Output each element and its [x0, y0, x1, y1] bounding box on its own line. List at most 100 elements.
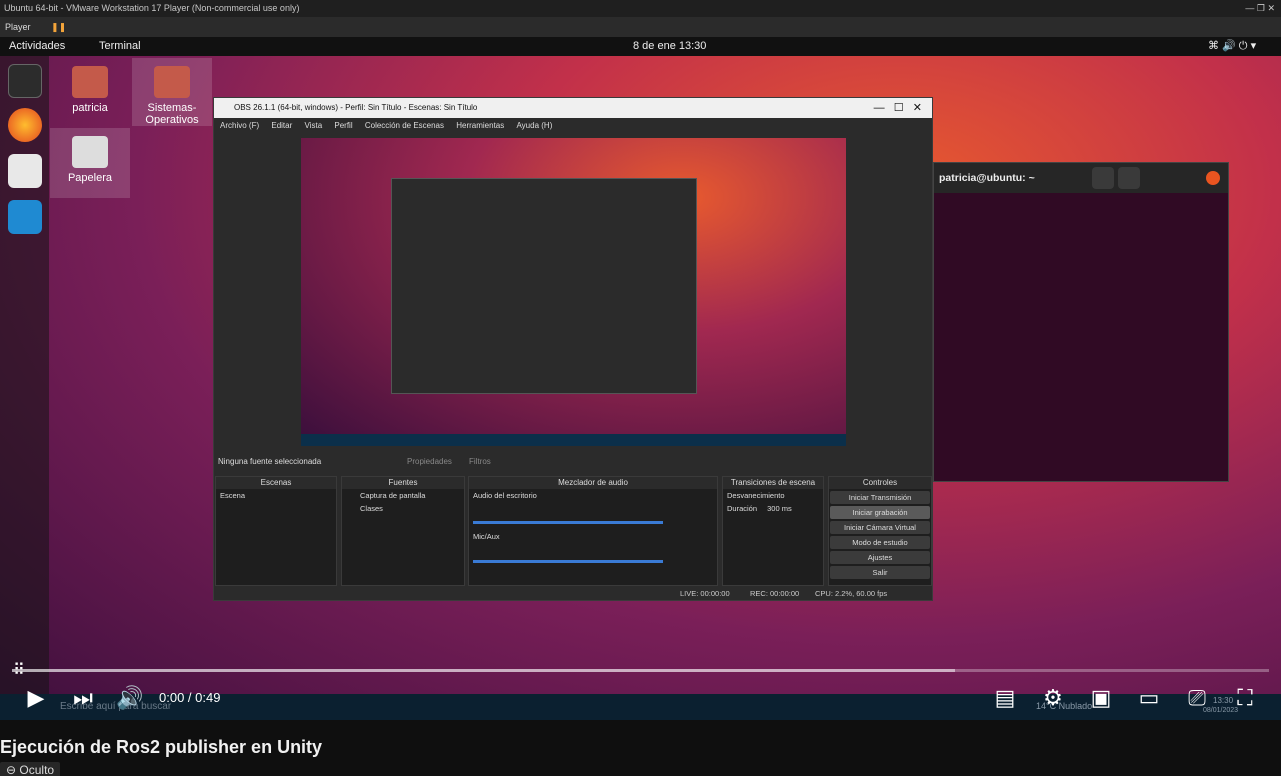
desktop-icon-trash[interactable]: Papelera — [50, 128, 130, 198]
play-icon[interactable]: ▶ — [18, 680, 54, 716]
gnome-top-bar: Actividades Terminal 8 de ene 13:30 ⌘ 🔊 … — [0, 37, 1281, 56]
sources-panel: Fuentes Captura de pantalla Clases — [341, 476, 465, 586]
obs-window-controls[interactable]: — ☐ ✕ — [874, 98, 922, 118]
terminal-title: patricia@ubuntu: ~ — [939, 172, 1035, 184]
activities-button[interactable]: Actividades — [9, 37, 65, 56]
start-recording-button[interactable]: Iniciar grabación — [830, 506, 930, 519]
obs-window[interactable]: OBS 26.1.1 (64-bit, windows) - Perfil: S… — [213, 97, 933, 601]
desktop-icon-label: Papelera — [67, 172, 113, 184]
player-menu[interactable]: Player — [5, 22, 31, 32]
obs-titlebar: OBS 26.1.1 (64-bit, windows) - Perfil: S… — [214, 98, 932, 118]
youtube-player-page: Ubuntu 64-bit - VMware Workstation 17 Pl… — [0, 0, 1281, 776]
terminal-dock-icon[interactable] — [8, 64, 42, 98]
unlisted-icon: ⊖ — [6, 763, 17, 776]
vscode-icon[interactable] — [8, 200, 42, 234]
fullscreen-icon[interactable]: ⛶ — [1227, 680, 1263, 716]
settings-button[interactable]: Ajustes — [830, 551, 930, 564]
scenes-panel: Escenas Escena — [215, 476, 337, 586]
obs-menubar: Archivo (F) Editar Vista Perfil Colecció… — [214, 118, 932, 134]
menu-editar[interactable]: Editar — [271, 121, 292, 130]
live-status: LIVE: 00:00:00 — [680, 589, 730, 598]
audio-mixer-panel: Mezclador de audio Audio del escritorio … — [468, 476, 718, 586]
clock[interactable]: 8 de ene 13:30 — [633, 37, 706, 56]
progress-loaded — [12, 669, 955, 672]
menu-ayuda[interactable]: Ayuda (H) — [516, 121, 552, 130]
transitions-header: Transiciones de escena — [723, 477, 823, 489]
grid-icon[interactable]: ⠿ — [13, 660, 25, 680]
vmware-window-controls[interactable]: — ❐ ✕ — [1245, 0, 1275, 17]
start-virtual-camera-button[interactable]: Iniciar Cámara Virtual — [830, 521, 930, 534]
system-tray[interactable]: ⌘ 🔊 ⏻ ▾ — [1208, 37, 1256, 56]
preview-nested-obs — [391, 178, 697, 394]
theater-icon[interactable]: ▭ — [1131, 680, 1167, 716]
sources-header: Fuentes — [342, 477, 464, 489]
pause-icon[interactable]: ❚❚ — [51, 22, 66, 32]
volume-slider[interactable] — [473, 560, 663, 563]
properties-button[interactable]: Propiedades — [407, 454, 452, 470]
vmware-title: Ubuntu 64-bit - VMware Workstation 17 Pl… — [4, 3, 300, 13]
terminal-header: patricia@ubuntu: ~ — [934, 163, 1228, 193]
cast-icon[interactable]: ⎚ — [1179, 680, 1215, 716]
subtitles-icon[interactable]: ▤ — [987, 680, 1023, 716]
controls-panel: Controles Iniciar Transmisión Iniciar gr… — [828, 476, 932, 586]
close-icon[interactable] — [1206, 171, 1220, 185]
progress-bar[interactable] — [12, 669, 1269, 672]
desktop-icon-sistemas[interactable]: Sistemas-Operativos — [132, 58, 212, 126]
video-title: Ejecución de Ros2 publisher en Unity — [0, 737, 323, 757]
firefox-icon[interactable] — [8, 108, 42, 142]
preview-taskbar — [301, 434, 846, 446]
menu-archivo[interactable]: Archivo (F) — [220, 121, 259, 130]
home-folder-icon — [72, 66, 108, 98]
duration-row: Duración 300 ms — [723, 502, 823, 515]
visibility-label: Oculto — [19, 763, 55, 776]
desktop-icon-home[interactable]: patricia — [50, 58, 130, 114]
settings-icon[interactable]: ⚙ — [1035, 680, 1071, 716]
cpu-status: CPU: 2.2%, 60.00 fps — [815, 589, 888, 598]
studio-mode-button[interactable]: Modo de estudio — [830, 536, 930, 549]
miniplayer-icon[interactable]: ▣ — [1083, 680, 1119, 716]
player-controls: ▶ ⏭ 🔊 0:00 / 0:49 ▤ ⚙ ▣ ▭ ⎚ ⛶ — [0, 680, 1281, 716]
terminal-window[interactable]: patricia@ubuntu: ~ — [933, 162, 1229, 482]
terminal-app-menu[interactable]: Terminal — [99, 37, 141, 56]
start-streaming-button[interactable]: Iniciar Transmisión — [830, 491, 930, 504]
menu-herramientas[interactable]: Herramientas — [456, 121, 504, 130]
no-source-label: Ninguna fuente seleccionada — [218, 457, 322, 466]
duration-label: Duración — [727, 504, 758, 513]
search-icon[interactable] — [1092, 167, 1114, 189]
menu-perfil[interactable]: Perfil — [334, 121, 352, 130]
ubuntu-dock — [0, 56, 49, 720]
next-icon[interactable]: ⏭ — [65, 680, 101, 716]
folder-icon — [154, 66, 190, 98]
mixer-channel-name: Mic/Aux — [473, 532, 500, 541]
filters-button[interactable]: Filtros — [469, 454, 491, 470]
vmware-toolbar: Player ❚❚ — [0, 17, 1281, 37]
obs-title: OBS 26.1.1 (64-bit, windows) - Perfil: S… — [234, 103, 478, 112]
mixer-channel-name: Audio del escritorio — [473, 491, 537, 500]
trash-icon — [72, 136, 108, 168]
scene-item[interactable]: Escena — [216, 489, 336, 502]
controls-header: Controles — [829, 477, 931, 489]
menu-icon[interactable] — [1118, 167, 1140, 189]
obs-source-toolbar: Ninguna fuente seleccionada Propiedades … — [214, 454, 932, 470]
time-display: 0:00 / 0:49 — [159, 690, 221, 705]
source-item[interactable]: Clases — [342, 502, 464, 515]
obs-preview[interactable] — [301, 138, 846, 446]
volume-slider[interactable] — [473, 521, 663, 524]
desktop-icon-label: Sistemas-Operativos — [145, 102, 199, 126]
scenes-header: Escenas — [216, 477, 336, 489]
obs-statusbar: LIVE: 00:00:00 REC: 00:00:00 CPU: 2.2%, … — [214, 588, 932, 600]
transition-select[interactable]: Desvanecimiento — [723, 489, 823, 502]
files-icon[interactable] — [8, 154, 42, 188]
menu-coleccion[interactable]: Colección de Escenas — [365, 121, 444, 130]
rec-status: REC: 00:00:00 — [750, 589, 800, 598]
exit-button[interactable]: Salir — [830, 566, 930, 579]
mixer-header: Mezclador de audio — [469, 477, 717, 489]
menu-vista[interactable]: Vista — [305, 121, 323, 130]
transitions-panel: Transiciones de escena Desvanecimiento D… — [722, 476, 824, 586]
desktop-icon-label: patricia — [72, 102, 108, 114]
source-item[interactable]: Captura de pantalla — [342, 489, 464, 502]
visibility-badge: ⊖ Oculto — [0, 762, 61, 776]
duration-input[interactable]: 300 ms — [767, 504, 792, 513]
vmware-titlebar: Ubuntu 64-bit - VMware Workstation 17 Pl… — [0, 0, 1281, 17]
volume-icon[interactable]: 🔊 — [112, 680, 148, 716]
